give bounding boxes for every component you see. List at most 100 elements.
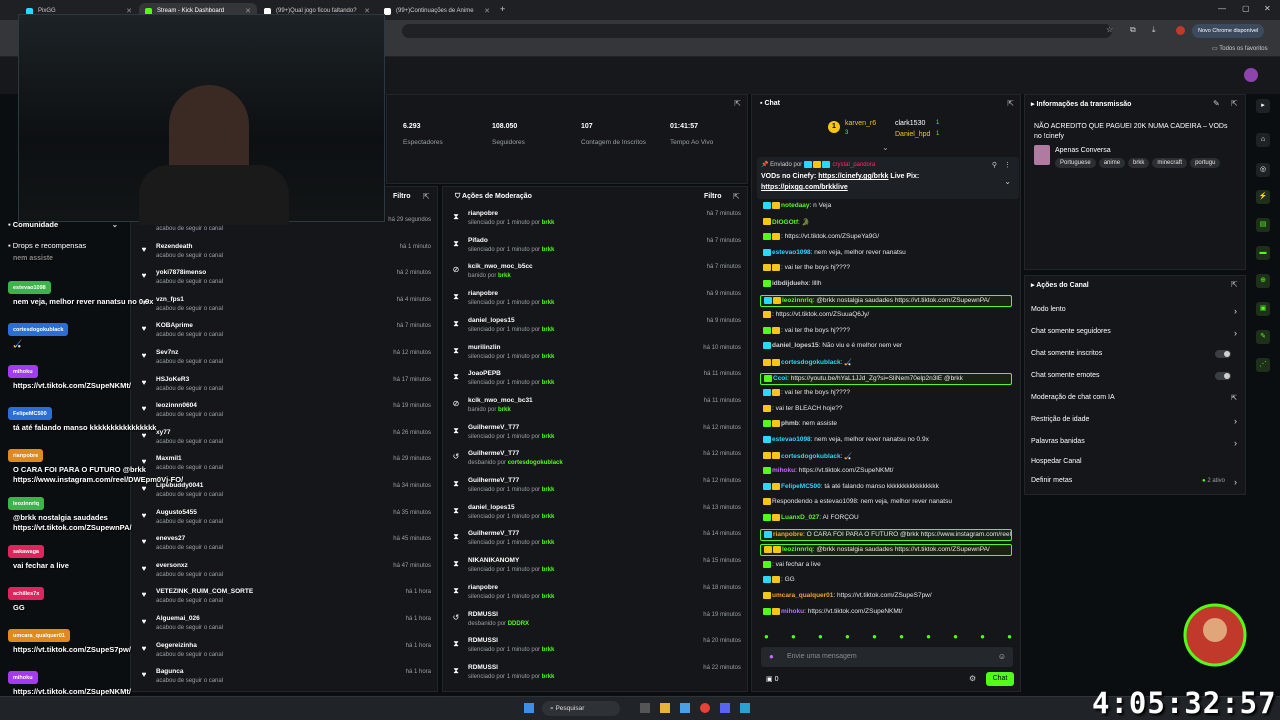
taskbar-search[interactable]: ⌕ Pesquisar [542,701,620,716]
chat-input[interactable]: Envie uma mensagem [787,653,857,660]
chat-message[interactable]: mihoku: https://vt.tiktok.com/ZSupeNKMt/ [760,466,1012,478]
moderated-user[interactable]: daniel_lopes15 [468,317,515,324]
discord-icon[interactable] [720,703,730,713]
moderator-name[interactable]: brkk [542,674,555,680]
moderated-user[interactable]: GuilhermeV_T77 [468,530,519,537]
sidebar-tool-icon[interactable]: ⋰ [1256,358,1270,372]
chat-message[interactable]: : vai ter the boys hj???? [760,326,1012,338]
sidebar-tool-icon[interactable]: ⊕ [1256,274,1270,288]
emote-icon[interactable]: ● [980,632,985,642]
collapse-icon[interactable]: ⌄ [1004,177,1011,186]
moderator-name[interactable]: brkk [542,380,555,386]
moderator-name[interactable]: brkk [542,647,555,653]
moderator-name[interactable]: brkk [498,407,511,413]
moderator-name[interactable]: brkk [542,327,555,333]
moderation-row[interactable]: ⊘ kcik_nwo_moc_b5cc banido por brkk há 7 mi… [443,259,747,286]
gifter-name[interactable]: clark1530 [895,120,925,127]
popout-icon[interactable]: ⇱ [734,99,741,108]
chat-username[interactable]: estevao1098 [772,436,811,443]
moderator-name[interactable]: brkk [498,273,511,279]
chat-username[interactable]: leozinnrlq [782,297,813,304]
chat-message[interactable]: : vai ter the boys hj???? [760,263,1012,275]
star-icon[interactable]: ☆ [1106,25,1113,34]
moderated-user[interactable]: GuilhermeV_T77 [468,424,519,431]
moderator-name[interactable]: brkk [542,434,555,440]
sidebar-tool-icon[interactable]: ▸ [1256,99,1270,113]
moderation-row[interactable]: ⧗ RDMUSSI silenciado por 1 minuto por brkk… [443,660,747,687]
task-view-icon[interactable] [640,703,650,713]
chat-username[interactable]: leozinnrlq [782,546,813,553]
tag[interactable]: portugu [1190,158,1221,168]
url-input[interactable] [402,24,1112,38]
moderated-user[interactable]: NIKANIKANOMY [468,557,519,564]
chat-message[interactable]: FelipeMC500: tá até falando manso kkkkkk… [760,482,1012,494]
sidebar-tool-icon[interactable]: ◎ [1256,163,1270,177]
all-bookmarks[interactable]: ▭ Todos os favoritos [1212,45,1268,52]
popout-icon[interactable]: ⇱ [1231,280,1238,289]
moderated-user[interactable]: daniel_lopes15 [468,504,515,511]
chat-username[interactable]: phmb [781,421,799,428]
windows-start-icon[interactable] [524,703,534,713]
chat-username[interactable]: DIOGOtf [772,219,798,226]
chat-message[interactable]: : GG [760,575,1012,587]
mic-icon[interactable]: ● [769,652,774,661]
sidebar-tool-icon[interactable]: ⌂ [1256,133,1270,147]
app-icon[interactable] [680,703,690,713]
moderated-user[interactable]: Pifado [468,237,488,244]
chat-username[interactable]: estevao1098 [772,249,811,256]
emote-icon[interactable]: ● [872,632,877,642]
chat-message[interactable]: daniel_lopes15: Não viu e é melhor nem v… [760,341,1012,353]
moderator-name[interactable]: brkk [542,514,555,520]
chat-username[interactable]: mihoku [772,467,795,474]
emotes-only-toggle[interactable] [1215,372,1231,380]
moderated-user[interactable]: JoaoPEPB [468,370,501,377]
chat-username[interactable]: Ccoi [773,375,787,382]
new-tab-icon[interactable]: + [500,4,505,14]
sidebar-tool-icon[interactable]: ▤ [1256,218,1270,232]
close-tab-icon[interactable]: ✕ [484,7,490,15]
moderated-user[interactable]: GuilhermeV_T77 [468,450,519,457]
moderated-user[interactable]: RDMUSSI [468,637,498,644]
moderation-filter-button[interactable]: Filtro [704,193,722,200]
close-window-icon[interactable]: ✕ [1264,4,1271,13]
follower-name[interactable]: Rezendeath [156,243,192,250]
popout-icon[interactable]: ⇱ [423,192,430,201]
moderator-name[interactable]: brkk [542,354,555,360]
user-avatar[interactable] [1244,68,1258,82]
chat-message[interactable]: rianpobre: O CARA FOI PARA O FUTURO @brk… [760,528,1012,541]
chat-username[interactable]: idbdijduehx [772,280,808,287]
chat-username[interactable]: mihoku [781,608,804,615]
moderator-name[interactable]: brkk [542,220,555,226]
moderation-row[interactable]: ⧗ daniel_lopes15 silenciado por 1 minuto p… [443,500,747,527]
tag[interactable]: brkk [1128,158,1150,168]
menu-drops[interactable]: ▪ Drops e recompensas [8,241,86,250]
chat-message[interactable]: phmb: nem assiste [760,419,1012,431]
chat-message[interactable]: idbdijduehx: llllh [760,279,1012,291]
gifter-name[interactable]: Daniel_hpd [895,131,930,138]
chat-username[interactable]: rianpobre [773,531,803,538]
category-name[interactable]: Apenas Conversa [1055,147,1111,154]
moderation-row[interactable]: ⧗ daniel_lopes15 silenciado por 1 minuto p… [443,313,747,340]
chat-message[interactable]: : vai ter BLEACH hoje?? [760,404,1012,416]
chat-message[interactable]: umcara_qualquer01: https://vt.tiktok.com… [760,591,1012,603]
moderator-name[interactable]: brkk [542,540,555,546]
action-ai-moderation[interactable]: Moderação de chat com IA ⇱ [1031,394,1237,416]
gifter-name[interactable]: karven_r6 [845,120,876,127]
action-age-restriction[interactable]: Restrição de idade › [1031,416,1237,438]
action-set-goals[interactable]: Definir metas ● 2 ativo › [1031,477,1237,499]
emote-icon[interactable]: ● [926,632,931,642]
download-icon[interactable]: ⤓ [1152,25,1156,35]
chat-username[interactable]: FelipeMC500 [781,483,821,490]
moderated-user[interactable]: rianpobre [468,290,498,297]
chat-message[interactable]: : https://vt.tiktok.com/ZSupeYa9G/ [760,232,1012,244]
popout-icon[interactable]: ⇱ [1231,99,1238,108]
profile-avatar[interactable] [1176,26,1185,35]
tag[interactable]: anime [1098,158,1126,168]
unpin-icon[interactable]: ⚲ [992,161,997,169]
extensions-icon[interactable]: ⧉ [1130,25,1136,35]
moderator-name[interactable]: brkk [542,594,555,600]
emote-icon[interactable]: ● [953,632,958,642]
chat-input-box[interactable]: ● Envie uma mensagem ☺ [761,647,1013,667]
moderated-user[interactable]: rianpobre [468,210,498,217]
moderation-row[interactable]: ⧗ RDMUSSI silenciado por 1 minuto por brkk… [443,633,747,660]
